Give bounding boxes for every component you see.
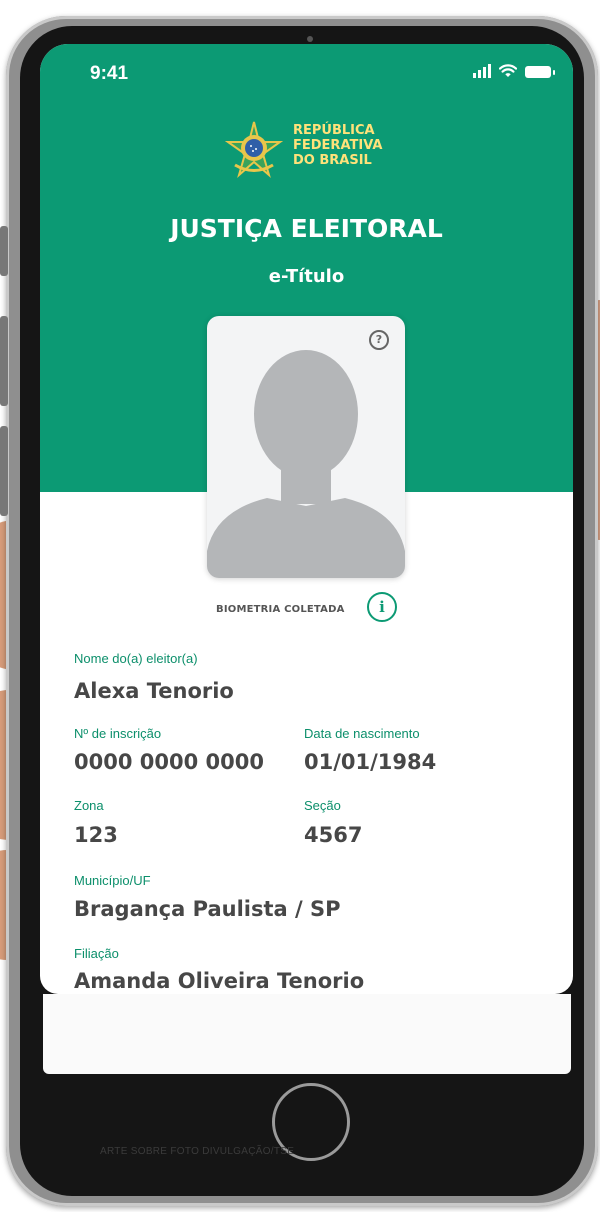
card-underlay bbox=[43, 994, 571, 1074]
status-bar: 9:41 bbox=[40, 44, 573, 104]
nome-value: Alexa Tenorio bbox=[74, 679, 234, 703]
nome-label: Nome do(a) eleitor(a) bbox=[74, 651, 198, 666]
photo-credit: ARTE SOBRE FOTO DIVULGAÇÃO/TSE bbox=[100, 1146, 295, 1157]
volume-down-button bbox=[0, 426, 8, 516]
nascimento-label: Data de nascimento bbox=[304, 726, 420, 741]
wifi-icon bbox=[499, 64, 517, 77]
avatar-silhouette-icon bbox=[207, 350, 405, 578]
inscricao-label: Nº de inscrição bbox=[74, 726, 162, 741]
zona-label: Zona bbox=[74, 798, 104, 813]
secao-label: Seção bbox=[304, 798, 341, 813]
signal-icon bbox=[473, 64, 491, 78]
nascimento-value: 01/01/1984 bbox=[304, 750, 437, 774]
secao-value: 4567 bbox=[304, 823, 363, 847]
info-icon[interactable]: i bbox=[367, 592, 397, 622]
republic-line-2: FEDERATIVA bbox=[293, 138, 383, 153]
front-camera bbox=[307, 36, 313, 42]
republic-label: REPÚBLICA FEDERATIVA DO BRASIL bbox=[293, 123, 382, 168]
biometria-label: BIOMETRIA COLETADA bbox=[216, 604, 345, 615]
volume-up-button bbox=[0, 316, 8, 406]
screen: 9:41 REPÚBLICA FEDERATIVA DO BRASIL JUST… bbox=[40, 44, 573, 994]
inscricao-value: 0000 0000 0000 bbox=[74, 750, 264, 774]
municipio-label: Município/UF bbox=[74, 873, 151, 888]
mute-switch bbox=[0, 226, 8, 276]
republic-line-1: REPÚBLICA bbox=[293, 123, 375, 138]
republic-line-3: DO BRASIL bbox=[293, 153, 372, 168]
municipio-value: Bragança Paulista / SP bbox=[74, 897, 341, 921]
page-subtitle: e-Título bbox=[268, 266, 345, 287]
status-time: 9:41 bbox=[90, 63, 129, 84]
status-icons bbox=[473, 64, 555, 78]
filiacao-label: Filiação bbox=[74, 946, 119, 961]
photo-card: ? bbox=[207, 316, 405, 578]
zona-value: 123 bbox=[74, 823, 118, 847]
brasil-emblem-icon bbox=[225, 121, 283, 178]
battery-icon bbox=[525, 66, 555, 78]
filiacao-value: Amanda Oliveira Tenorio bbox=[74, 969, 365, 993]
page-title: JUSTIÇA ELEITORAL bbox=[170, 214, 443, 243]
